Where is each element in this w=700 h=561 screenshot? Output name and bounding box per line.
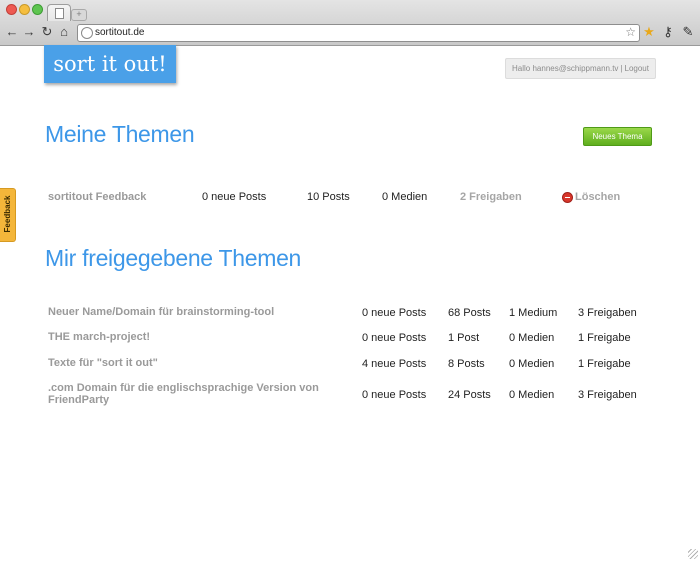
globe-icon: [81, 27, 93, 39]
topic-new-posts: 0 neue Posts: [362, 307, 427, 319]
topic-name[interactable]: Neuer Name/Domain für brainstorming-tool: [48, 306, 348, 318]
topic-shares: 1 Freigabe: [578, 332, 631, 344]
topic-media: 1 Medium: [509, 307, 558, 319]
topic-posts: 8 Posts: [448, 358, 485, 370]
delete-link[interactable]: Löschen: [575, 190, 620, 204]
url-text[interactable]: sortitout.de: [95, 26, 144, 40]
topic-posts: 1 Post: [448, 332, 480, 344]
user-greeting: Hallo hannes@schippmann.tv: [512, 64, 619, 73]
topic-shares: 3 Freigaben: [578, 389, 637, 401]
topic-name[interactable]: THE march-project!: [48, 331, 348, 343]
topic-posts: 68 Posts: [448, 307, 491, 319]
forward-arrow-icon[interactable]: →: [22, 24, 36, 40]
browser-chrome: + ← → ↻ ⌂ sortitout.de ☆ ★ ⚷ ✎: [0, 0, 700, 46]
topic-new-posts: 0 neue Posts: [362, 332, 427, 344]
topic-posts: 24 Posts: [448, 389, 491, 401]
topic-media: 0 Medien: [509, 358, 555, 370]
logout-link[interactable]: Logout: [625, 64, 649, 73]
topic-name[interactable]: Texte für "sort it out": [48, 357, 348, 369]
delete-icon[interactable]: [562, 192, 573, 203]
topic-posts: 10 Posts: [307, 191, 350, 203]
topic-name[interactable]: .com Domain für die englischsprachige Ve…: [48, 382, 348, 406]
topic-shares: 1 Freigabe: [578, 358, 631, 370]
logo-text: sort it out!: [53, 52, 167, 76]
topic-new-posts: 0 neue Posts: [362, 389, 427, 401]
reload-icon[interactable]: ↻: [40, 24, 54, 40]
topic-new-posts: 0 neue Posts: [202, 191, 267, 203]
topic-media: 0 Medien: [509, 389, 555, 401]
topic-shares[interactable]: 2 Freigaben: [460, 190, 522, 204]
wrench-icon[interactable]: ✎: [680, 24, 696, 40]
address-bar[interactable]: sortitout.de ☆: [77, 24, 640, 42]
shared-topics-title: Mir freigegebene Themen: [45, 245, 302, 271]
my-topics-title: Meine Themen: [45, 121, 195, 147]
topic-new-posts: 4 neue Posts: [362, 358, 427, 370]
user-box: Hallo hannes@schippmann.tv | Logout: [505, 58, 656, 79]
feedback-tab[interactable]: Feedback: [0, 188, 16, 242]
close-window-button[interactable]: [6, 4, 17, 15]
new-topic-button[interactable]: Neues Thema: [583, 127, 652, 146]
key-icon[interactable]: ⚷: [660, 24, 676, 40]
home-icon[interactable]: ⌂: [57, 24, 71, 40]
zoom-window-button[interactable]: [32, 4, 43, 15]
back-arrow-icon[interactable]: ←: [5, 24, 19, 40]
minimize-window-button[interactable]: [19, 4, 30, 15]
topic-shares: 3 Freigaben: [578, 307, 637, 319]
topic-media: 0 Medien: [509, 332, 555, 344]
feedback-label: Feedback: [3, 195, 12, 233]
site-logo[interactable]: sort it out!: [44, 45, 176, 83]
resize-grip-icon[interactable]: [688, 549, 698, 559]
browser-toolbar: ← → ↻ ⌂ sortitout.de ☆ ★ ⚷ ✎: [0, 22, 700, 44]
topic-name[interactable]: sortitout Feedback: [48, 190, 146, 204]
bookmark-star-icon[interactable]: ☆: [625, 25, 636, 40]
topic-media: 0 Medien: [382, 191, 428, 203]
my-topic-row: sortitout Feedback 0 neue Posts 10 Posts…: [0, 190, 700, 206]
browser-tab[interactable]: [47, 4, 71, 21]
star-filled-icon[interactable]: ★: [641, 24, 657, 40]
page-icon: [55, 8, 64, 19]
new-tab-button[interactable]: +: [71, 9, 87, 21]
